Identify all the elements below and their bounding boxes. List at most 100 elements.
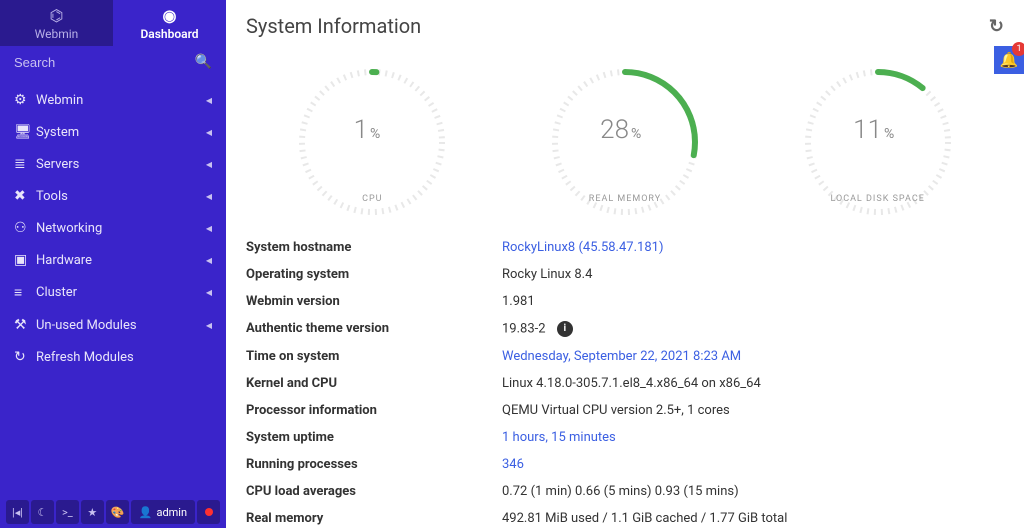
nav-list: ⚙Webmin◀🖥System◀≣Servers◀✖Tools◀⚇Network… [0,78,226,373]
gauge-disk-value: 11 [853,115,882,145]
admin-label: admin [156,506,187,519]
info-value: QEMU Virtual CPU version 2.5+, 1 cores [502,403,1004,418]
gauge-disk-label: LOCAL DISK SPACE [830,194,924,204]
info-value: Rocky Linux 8.4 [502,267,1004,282]
palette-icon[interactable]: 🎨 [106,500,129,524]
sidebar-item-un-used-modules[interactable]: ⚒Un-used Modules◀ [0,309,226,341]
sidebar-item-cluster[interactable]: ≡Cluster◀ [0,276,226,309]
gauge-cpu: 1 % CPU [292,62,452,204]
sidebar-item-webmin[interactable]: ⚙Webmin◀ [0,84,226,116]
gauge-memory: 28 % REAL MEMORY [545,62,705,204]
info-label: Operating system [246,267,502,282]
sidebar-item-tools[interactable]: ✖Tools◀ [0,180,226,212]
tab-webmin[interactable]: ⌬ Webmin [0,0,113,46]
tab-dashboard[interactable]: ◉ Dashboard [113,0,226,46]
nav-label: Un-used Modules [36,318,206,333]
info-row: Webmin version1.981 [246,288,1004,315]
user-icon: 👤 [139,506,153,519]
chevron-left-icon: ◀ [206,288,212,297]
info-label: Time on system [246,349,502,364]
gauge-disk: 11 % LOCAL DISK SPACE [798,62,958,204]
webmin-logo-icon: ⌬ [50,6,64,25]
nav-icon: ↻ [14,349,36,365]
gauge-mem-label: REAL MEMORY [589,194,661,204]
info-label: CPU load averages [246,484,502,499]
favorite-icon[interactable]: ★ [81,500,104,524]
chevron-left-icon: ◀ [206,224,212,233]
info-label: Kernel and CPU [246,376,502,391]
nav-icon: ≡ [14,284,36,301]
nav-icon: ⚙ [14,92,36,108]
chevron-left-icon: ◀ [206,192,212,201]
terminal-icon[interactable]: >_ [56,500,79,524]
nav-label: Tools [36,189,206,204]
chevron-left-icon: ◀ [206,96,212,105]
search-input[interactable] [14,55,195,70]
info-row: Operating systemRocky Linux 8.4 [246,261,1004,288]
sidebar-item-system[interactable]: 🖥System◀ [0,116,226,148]
chevron-left-icon: ◀ [206,256,212,265]
collapse-icon[interactable]: |◂| [6,500,29,524]
info-row: Time on systemWednesday, September 22, 2… [246,343,1004,370]
sidebar-item-servers[interactable]: ≣Servers◀ [0,148,226,180]
nav-icon: 🖥 [14,124,36,140]
record-dot-icon [205,508,213,516]
nav-label: Cluster [36,285,206,300]
info-label: System uptime [246,430,502,445]
info-label: Processor information [246,403,502,418]
info-row: Kernel and CPULinux 4.18.0-305.7.1.el8_4… [246,370,1004,397]
info-value[interactable]: Wednesday, September 22, 2021 8:23 AM [502,349,1004,364]
nav-icon: ✖ [14,188,36,204]
info-value[interactable]: RockyLinux8 (45.58.47.181) [502,240,1004,255]
info-value[interactable]: 346 [502,457,1004,472]
nav-label: Refresh Modules [36,350,212,365]
sidebar-item-networking[interactable]: ⚇Networking◀ [0,212,226,244]
chevron-left-icon: ◀ [206,160,212,169]
sidebar-tabs: ⌬ Webmin ◉ Dashboard [0,0,226,46]
nav-icon: ▣ [14,252,36,268]
info-label: Authentic theme version [246,321,502,337]
gauge-icon: ◉ [163,6,177,25]
sidebar-item-hardware[interactable]: ▣Hardware◀ [0,244,226,276]
info-icon[interactable]: i [557,321,573,337]
gauge-cpu-unit: % [370,126,380,142]
notification-button[interactable]: 🔔 1 [994,46,1024,74]
notification-badge: 1 [1012,42,1024,56]
refresh-icon[interactable]: ↻ [989,16,1004,37]
info-label: System hostname [246,240,502,255]
nav-icon: ≣ [14,156,36,172]
record-button[interactable] [197,500,220,524]
gauge-cpu-value: 1 [354,115,368,145]
nav-label: Webmin [36,93,206,108]
chevron-left-icon: ◀ [206,128,212,137]
info-row: Processor informationQEMU Virtual CPU ve… [246,397,1004,424]
nav-label: Servers [36,157,206,172]
system-info-table: System hostnameRockyLinux8 (45.58.47.181… [246,234,1004,528]
gauge-mem-value: 28 [600,115,629,145]
info-value: Linux 4.18.0-305.7.1.el8_4.x86_64 on x86… [502,376,1004,391]
info-row: System hostnameRockyLinux8 (45.58.47.181… [246,234,1004,261]
info-value[interactable]: 1 hours, 15 minutes [502,430,1004,445]
info-value: 492.81 MiB used / 1.1 GiB cached / 1.77 … [502,511,1004,526]
main-content: System Information ↻ 1 % CPU 28 % [226,0,1024,528]
info-row: Running processes346 [246,451,1004,478]
info-label: Webmin version [246,294,502,309]
nav-icon: ⚒ [14,317,36,333]
admin-user-button[interactable]: 👤 admin [131,500,195,524]
gauge-disk-unit: % [884,126,894,142]
night-mode-icon[interactable]: ☾ [31,500,54,524]
gauge-row: 1 % CPU 28 % REAL MEMORY 11 [246,62,1004,204]
chevron-left-icon: ◀ [206,321,212,330]
sidebar-item-refresh-modules[interactable]: ↻Refresh Modules [0,341,226,373]
info-value: 1.981 [502,294,1004,309]
header-row: System Information ↻ [246,14,1004,38]
gauge-track [302,72,442,212]
bottom-toolbar: |◂| ☾ >_ ★ 🎨 👤 admin [0,500,226,524]
search-icon[interactable]: 🔍 [195,54,212,70]
info-label: Real memory [246,511,502,526]
info-row: Authentic theme version19.83-2 i [246,315,1004,343]
gauge-cpu-label: CPU [362,194,382,204]
info-value: 19.83-2 i [502,321,1004,337]
tab-webmin-label: Webmin [35,27,79,41]
info-value: 0.72 (1 min) 0.66 (5 mins) 0.93 (15 mins… [502,484,1004,499]
